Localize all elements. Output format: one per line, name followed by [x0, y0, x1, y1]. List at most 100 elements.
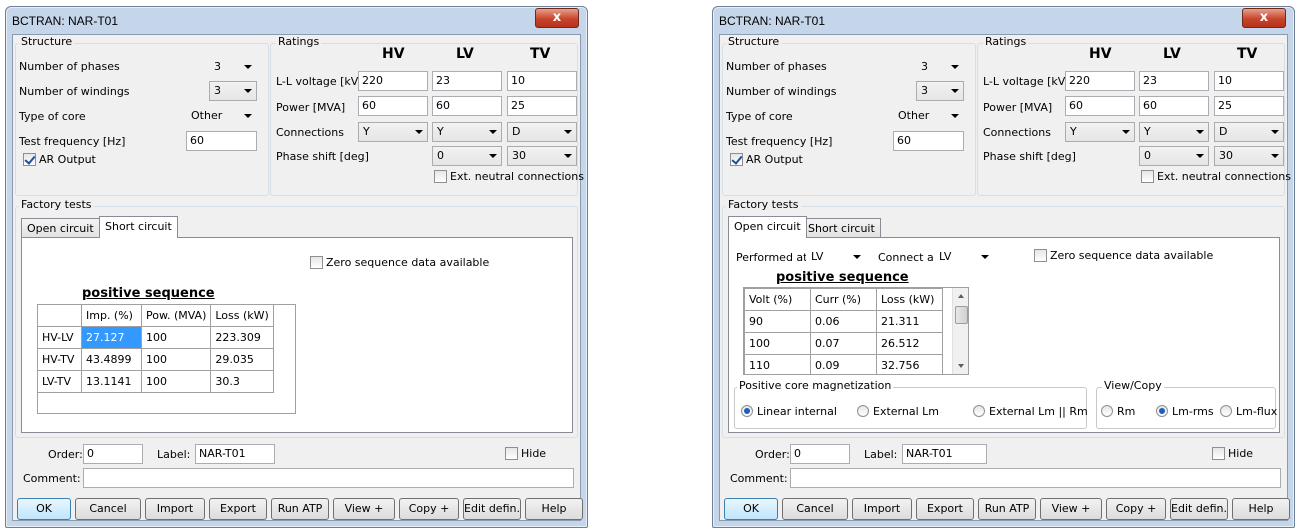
grid-cell[interactable]: 100: [744, 332, 811, 355]
tv-phase-shift-select[interactable]: 30: [507, 146, 577, 166]
tab-open-circuit[interactable]: Open circuit: [728, 216, 807, 238]
tv-power-input[interactable]: 25: [507, 96, 577, 116]
tab-short-circuit[interactable]: Short circuit: [802, 218, 881, 238]
grid-cell[interactable]: HV-TV: [37, 348, 82, 371]
close-button[interactable]: x: [1242, 8, 1286, 28]
grid-cell[interactable]: HV-LV: [37, 326, 82, 349]
lv-connection-select[interactable]: Y: [432, 122, 502, 142]
hide-checkbox[interactable]: Hide: [1212, 447, 1253, 460]
grid-scrollbar[interactable]: [952, 288, 968, 374]
edit-defin-button[interactable]: Edit defin.: [463, 498, 521, 520]
excitation-grid[interactable]: Volt (%) Curr (%) Loss (kW) 90 0.06 21.311 100…: [744, 288, 943, 374]
impedance-grid[interactable]: Imp. (%) Pow. (MVA) Loss (kW) HV-LV 27.127 10…: [37, 304, 274, 393]
tv-power-input[interactable]: 25: [1214, 96, 1284, 116]
grid-cell[interactable]: 0.06: [810, 310, 877, 333]
lv-power-input[interactable]: 60: [432, 96, 502, 116]
core-select[interactable]: Other: [893, 106, 964, 126]
ext-neutral-checkbox[interactable]: Ext. neutral connections: [1141, 170, 1291, 183]
cancel-button[interactable]: Cancel: [75, 498, 141, 520]
export-button[interactable]: Export: [209, 498, 267, 520]
grid-cell[interactable]: 29.035: [210, 348, 274, 371]
radio-lm-rms[interactable]: Lm-rms: [1156, 405, 1214, 418]
comment-input[interactable]: [790, 468, 1281, 488]
tv-voltage-input[interactable]: 10: [507, 71, 577, 91]
lv-phase-shift-select[interactable]: 0: [1139, 146, 1209, 166]
grid-cell[interactable]: 32.756: [876, 354, 943, 374]
tv-phase-shift-select[interactable]: 30: [1214, 146, 1284, 166]
grid-cell[interactable]: 0.09: [810, 354, 877, 374]
zero-sequence-checkbox[interactable]: Zero sequence data available: [1034, 249, 1213, 262]
grid-cell[interactable]: 100: [140, 370, 212, 393]
phases-select[interactable]: 3: [916, 57, 964, 77]
ok-button[interactable]: OK: [17, 498, 71, 520]
ok-button[interactable]: OK: [724, 498, 778, 520]
windings-select[interactable]: 3: [916, 81, 964, 101]
core-select[interactable]: Other: [186, 106, 257, 126]
run-atp-button[interactable]: Run ATP: [271, 498, 329, 520]
grid-cell[interactable]: 21.311: [876, 310, 943, 333]
scroll-down-icon[interactable]: [958, 364, 964, 368]
hv-power-input[interactable]: 60: [1065, 96, 1135, 116]
tv-voltage-input[interactable]: 10: [1214, 71, 1284, 91]
tab-short-circuit[interactable]: Short circuit: [99, 216, 178, 238]
freq-input[interactable]: 60: [186, 131, 257, 151]
title-bar[interactable]: BCTRAN: NAR-T01 x: [713, 7, 1294, 33]
run-atp-button[interactable]: Run ATP: [978, 498, 1036, 520]
tv-connection-select[interactable]: D: [507, 122, 577, 142]
edit-defin-button[interactable]: Edit defin.: [1170, 498, 1228, 520]
hv-connection-select[interactable]: Y: [1065, 122, 1135, 142]
label-input[interactable]: NAR-T01: [902, 444, 987, 464]
grid-cell[interactable]: LV-TV: [37, 370, 82, 393]
grid-cell[interactable]: 223.309: [210, 326, 274, 349]
performed-at-select[interactable]: LV: [806, 247, 866, 267]
help-button[interactable]: Help: [525, 498, 583, 520]
copy-plus-button[interactable]: Copy +: [399, 498, 459, 520]
grid-cell-selected[interactable]: 27.127: [81, 326, 142, 349]
grid-cell[interactable]: 43.4899: [81, 348, 142, 371]
export-button[interactable]: Export: [916, 498, 974, 520]
freq-input[interactable]: 60: [893, 131, 964, 151]
grid-cell[interactable]: 100: [140, 326, 212, 349]
hv-power-input[interactable]: 60: [358, 96, 428, 116]
label-input[interactable]: NAR-T01: [195, 444, 275, 464]
grid-cell[interactable]: 26.512: [876, 332, 943, 355]
lv-power-input[interactable]: 60: [1139, 96, 1209, 116]
help-button[interactable]: Help: [1232, 498, 1290, 520]
phases-select[interactable]: 3: [209, 57, 257, 77]
copy-plus-button[interactable]: Copy +: [1106, 498, 1166, 520]
close-button[interactable]: x: [535, 8, 579, 28]
grid-cell[interactable]: 0.07: [810, 332, 877, 355]
grid-cell[interactable]: 13.1141: [81, 370, 142, 393]
tab-open-circuit[interactable]: Open circuit: [21, 218, 100, 238]
hv-voltage-input[interactable]: 220: [358, 71, 428, 91]
grid-cell[interactable]: 110: [744, 354, 811, 374]
grid-cell[interactable]: 90: [744, 310, 811, 333]
import-button[interactable]: Import: [145, 498, 205, 520]
grid-cell[interactable]: 100: [140, 348, 212, 371]
hv-connection-select[interactable]: Y: [358, 122, 428, 142]
tv-connection-select[interactable]: D: [1214, 122, 1284, 142]
radio-external-lm[interactable]: External Lm: [857, 405, 939, 418]
zero-sequence-checkbox[interactable]: Zero sequence data available: [310, 256, 489, 269]
hv-voltage-input[interactable]: 220: [1065, 71, 1135, 91]
hide-checkbox[interactable]: Hide: [505, 447, 546, 460]
windings-select[interactable]: 3: [209, 81, 257, 101]
radio-lm-flux[interactable]: Lm-flux: [1220, 405, 1277, 418]
ext-neutral-checkbox[interactable]: Ext. neutral connections: [434, 170, 584, 183]
ar-output-checkbox[interactable]: AR Output: [730, 153, 803, 166]
grid-cell[interactable]: 30.3: [210, 370, 274, 393]
title-bar[interactable]: BCTRAN: NAR-T01 x: [6, 7, 587, 33]
cancel-button[interactable]: Cancel: [782, 498, 848, 520]
lv-connection-select[interactable]: Y: [1139, 122, 1209, 142]
radio-external-lm-rm[interactable]: External Lm || Rm: [973, 405, 1088, 418]
import-button[interactable]: Import: [852, 498, 912, 520]
connect-at-select[interactable]: LV: [934, 247, 994, 267]
radio-rm[interactable]: Rm: [1101, 405, 1135, 418]
comment-input[interactable]: [83, 468, 574, 488]
scroll-up-icon[interactable]: [958, 294, 964, 298]
ar-output-checkbox[interactable]: AR Output: [23, 153, 96, 166]
lv-phase-shift-select[interactable]: 0: [432, 146, 502, 166]
radio-linear-internal[interactable]: Linear internal: [741, 405, 837, 418]
scroll-thumb[interactable]: [955, 306, 968, 324]
lv-voltage-input[interactable]: 23: [1139, 71, 1209, 91]
